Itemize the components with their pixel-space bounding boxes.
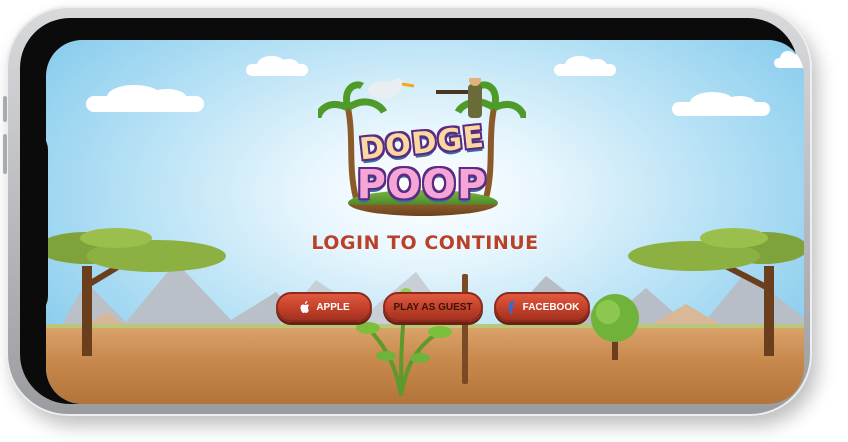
- phone-frame: DODGE POOP LOGIN TO CONTINUE APPLE PLAY …: [3, 6, 812, 416]
- apple-icon: [298, 301, 310, 313]
- phone-notch: [20, 128, 48, 318]
- cloud: [246, 55, 308, 76]
- cloud: [672, 92, 770, 116]
- phone-side-button: [3, 134, 7, 174]
- play-as-guest-button[interactable]: PLAY AS GUEST: [383, 292, 483, 322]
- game-screen: DODGE POOP LOGIN TO CONTINUE APPLE PLAY …: [46, 40, 804, 404]
- guest-button-label: PLAY AS GUEST: [393, 301, 473, 313]
- cloud: [86, 84, 204, 112]
- phone-side-button: [3, 96, 7, 122]
- game-logo: DODGE POOP: [318, 78, 526, 218]
- cloud: [554, 55, 616, 76]
- facebook-icon: [505, 300, 517, 314]
- logo-title-poop: POOP: [356, 162, 488, 208]
- bush-tree-icon: [591, 294, 639, 360]
- cloud: [774, 51, 804, 68]
- login-title: LOGIN TO CONTINUE: [311, 232, 539, 254]
- facebook-login-button[interactable]: FACEBOOK: [494, 292, 590, 322]
- apple-login-button[interactable]: APPLE: [276, 292, 372, 322]
- apple-button-label: APPLE: [316, 301, 350, 313]
- facebook-button-label: FACEBOOK: [522, 301, 580, 313]
- signpost: [462, 274, 468, 384]
- phone-bezel: DODGE POOP LOGIN TO CONTINUE APPLE PLAY …: [20, 18, 804, 404]
